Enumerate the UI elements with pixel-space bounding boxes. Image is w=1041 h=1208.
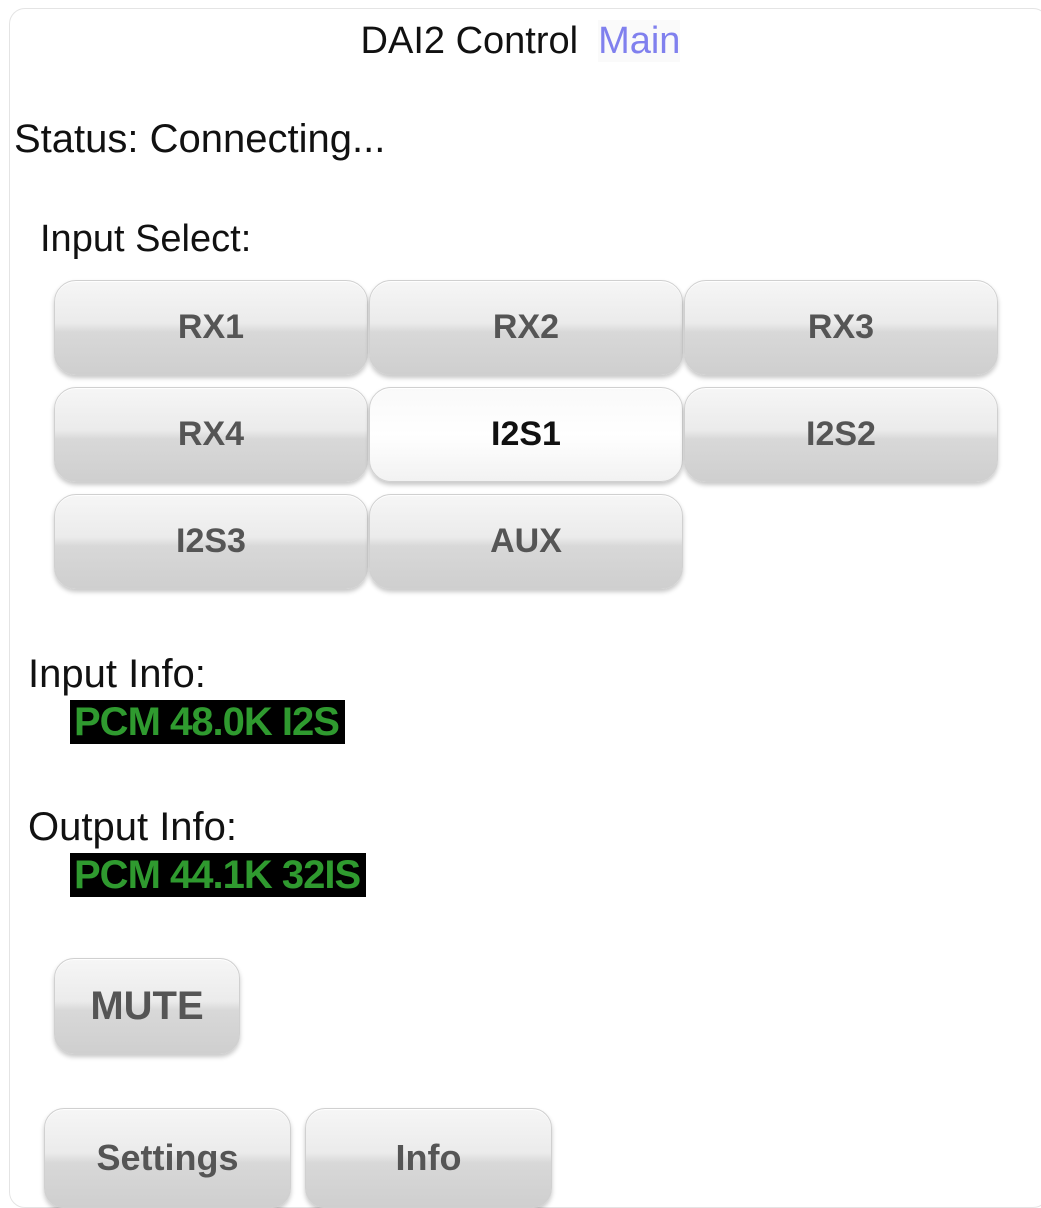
input-button-rx2[interactable]: RX2: [369, 280, 683, 375]
info-button-label: Info: [395, 1137, 462, 1178]
input-button-label: RX2: [492, 308, 560, 346]
input-button-label: I2S2: [806, 415, 876, 453]
input-button-rx1[interactable]: RX1: [54, 280, 368, 375]
main-link[interactable]: Main: [598, 20, 681, 62]
header: DAI2 Control Main: [0, 16, 1041, 66]
mute-button[interactable]: MUTE: [54, 958, 240, 1054]
input-button-rx4[interactable]: RX4: [54, 387, 368, 482]
input-button-label: RX1: [177, 308, 245, 346]
input-button-rx3[interactable]: RX3: [684, 280, 998, 375]
input-select-label: Input Select:: [40, 218, 252, 260]
settings-button[interactable]: Settings: [44, 1108, 291, 1208]
input-button-i2s1[interactable]: I2S1: [369, 387, 683, 482]
input-button-label: I2S3: [176, 522, 246, 560]
settings-button-label: Settings: [96, 1137, 239, 1178]
info-button[interactable]: Info: [305, 1108, 552, 1208]
input-button-label: I2S1: [491, 415, 561, 453]
page-title: DAI2 Control: [360, 20, 579, 62]
input-info-display: PCM 48.0K I2S: [70, 700, 345, 744]
input-button-i2s2[interactable]: I2S2: [684, 387, 998, 482]
input-info-label: Input Info:: [28, 652, 206, 696]
input-button-label: AUX: [490, 522, 562, 560]
status-text: Status: Connecting...: [14, 117, 386, 161]
mute-button-label: MUTE: [90, 983, 204, 1028]
input-button-aux[interactable]: AUX: [369, 494, 683, 589]
output-info-label: Output Info:: [28, 805, 238, 849]
input-button-label: RX3: [807, 308, 875, 346]
output-info-display: PCM 44.1K 32IS: [70, 853, 367, 897]
input-button-i2s3[interactable]: I2S3: [54, 494, 368, 589]
input-button-label: RX4: [177, 415, 245, 453]
